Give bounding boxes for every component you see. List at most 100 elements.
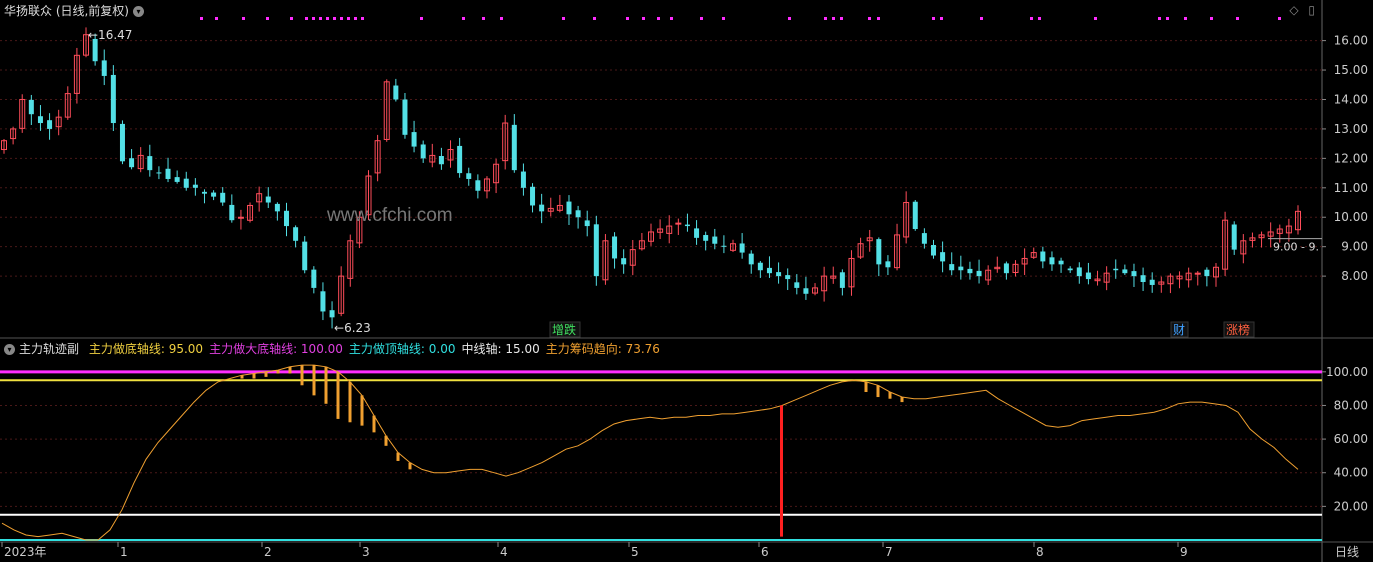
top-right-tools: ◇ ▯ — [1289, 3, 1315, 17]
event-dot — [200, 17, 203, 20]
indicator-value-4: 主力筹码趋向: 73.76 — [545, 342, 660, 356]
candle-body-down — [37, 116, 43, 124]
event-dot — [319, 17, 322, 20]
event-dot — [700, 17, 703, 20]
indicator-tick-label: 20.00 — [1334, 499, 1368, 513]
chip-bar — [276, 370, 280, 374]
candle-body-down — [566, 201, 572, 215]
candle-body-down — [949, 264, 955, 271]
candle-body-down — [119, 123, 125, 162]
candle-body-down — [1040, 251, 1046, 262]
event-dot — [340, 17, 343, 20]
price-tick-label: 8.00 — [1341, 269, 1368, 283]
candle-body-down — [1085, 272, 1091, 280]
candle-body-down — [766, 267, 772, 274]
candle-body-down — [958, 266, 964, 271]
candle-body-down — [520, 171, 526, 188]
candle-body-down — [402, 99, 408, 135]
candle-body-down — [1049, 257, 1055, 265]
chevron-down-icon[interactable]: ▾ — [4, 344, 15, 355]
event-dot — [333, 17, 336, 20]
event-dot — [1210, 17, 1213, 20]
chip-bar — [408, 462, 412, 470]
event-dot — [215, 17, 218, 20]
candle-body-down — [912, 201, 918, 230]
chip-bar — [864, 381, 868, 392]
price-tick-label: 9.00 — [1341, 240, 1368, 254]
candle-body-down — [539, 204, 545, 212]
event-dot — [1038, 17, 1041, 20]
candle-body-down — [1076, 267, 1082, 277]
candle-body-down — [165, 168, 171, 179]
event-dot — [266, 17, 269, 20]
event-label: 财 — [1173, 323, 1185, 337]
event-dot — [1094, 17, 1097, 20]
event-dot — [670, 17, 673, 20]
candle-body-down — [776, 272, 782, 277]
candle-body-down — [201, 191, 207, 194]
stock-title: 华扬联众 (日线,前复权) — [4, 4, 129, 18]
chip-bar — [336, 371, 340, 419]
candle-body-down — [694, 228, 700, 238]
watermark: www.cfchi.com — [327, 205, 453, 226]
candle-body-down — [803, 288, 809, 294]
candle-body-down — [1204, 269, 1210, 277]
candle-body-down — [1067, 268, 1073, 271]
x-axis-label: 1 — [120, 545, 128, 559]
price-tick-label: 12.00 — [1334, 151, 1368, 165]
candle-body-down — [28, 99, 34, 115]
x-axis-label: 6 — [761, 545, 769, 559]
candle-body-down — [921, 233, 927, 244]
candle-body-down — [47, 120, 53, 129]
indicator-tick-label: 60.00 — [1334, 432, 1368, 446]
chip-bar — [324, 366, 328, 404]
candle-body-down — [748, 253, 754, 265]
event-dot — [354, 17, 357, 20]
x-axis-label: 3 — [362, 545, 370, 559]
candle-body-down — [174, 177, 180, 182]
price-tick-label: 11.00 — [1334, 181, 1368, 195]
low-price-label: ←6.23 — [334, 321, 371, 335]
candle-body-down — [311, 269, 317, 288]
price-tick-label: 15.00 — [1334, 63, 1368, 77]
event-dot — [788, 17, 791, 20]
candle-body-down — [575, 210, 581, 218]
chevron-down-icon[interactable]: ▾ — [133, 6, 144, 17]
window-icon[interactable]: ▯ — [1308, 3, 1315, 17]
stock-title-bar[interactable]: 华扬联众 (日线,前复权) ▾ — [4, 2, 144, 19]
signal-bar — [780, 405, 783, 537]
chip-bar — [360, 395, 364, 426]
candle-body-down — [1231, 224, 1237, 250]
x-axis-label: 8 — [1036, 545, 1044, 559]
chip-bar — [288, 366, 292, 374]
diamond-icon[interactable]: ◇ — [1289, 3, 1298, 17]
event-dot — [1184, 17, 1187, 20]
chip-bar — [312, 365, 316, 396]
indicator-header[interactable]: ▾ 主力轨迹副 主力做底轴线: 95.00 主力做大底轴线: 100.00 主力做顶轴… — [4, 340, 660, 357]
candle-body-down — [274, 203, 280, 212]
event-dot — [940, 17, 943, 20]
event-dot — [932, 17, 935, 20]
candle-body-down — [302, 241, 308, 271]
candle-body-down — [511, 124, 517, 171]
event-dot — [1236, 17, 1239, 20]
event-dot — [832, 17, 835, 20]
event-dot — [290, 17, 293, 20]
candle-body-down — [411, 132, 417, 147]
event-dot — [1030, 17, 1033, 20]
price-tick-label: 10.00 — [1334, 210, 1368, 224]
event-dot — [722, 17, 725, 20]
event-dot — [420, 17, 423, 20]
x-axis-label: 2 — [264, 545, 272, 559]
event-dot — [824, 17, 827, 20]
event-dot — [1158, 17, 1161, 20]
event-dot — [980, 17, 983, 20]
event-dot — [868, 17, 871, 20]
event-dot — [840, 17, 843, 20]
event-dot — [312, 17, 315, 20]
price-tag-label: 9.00 - 9. — [1273, 241, 1319, 254]
high-price-label: ←16.47 — [88, 28, 132, 42]
indicator-value-0: 主力做底轴线: 95.00 — [88, 342, 204, 356]
x-axis-label: 9 — [1180, 545, 1188, 559]
chip-bar — [396, 452, 400, 461]
